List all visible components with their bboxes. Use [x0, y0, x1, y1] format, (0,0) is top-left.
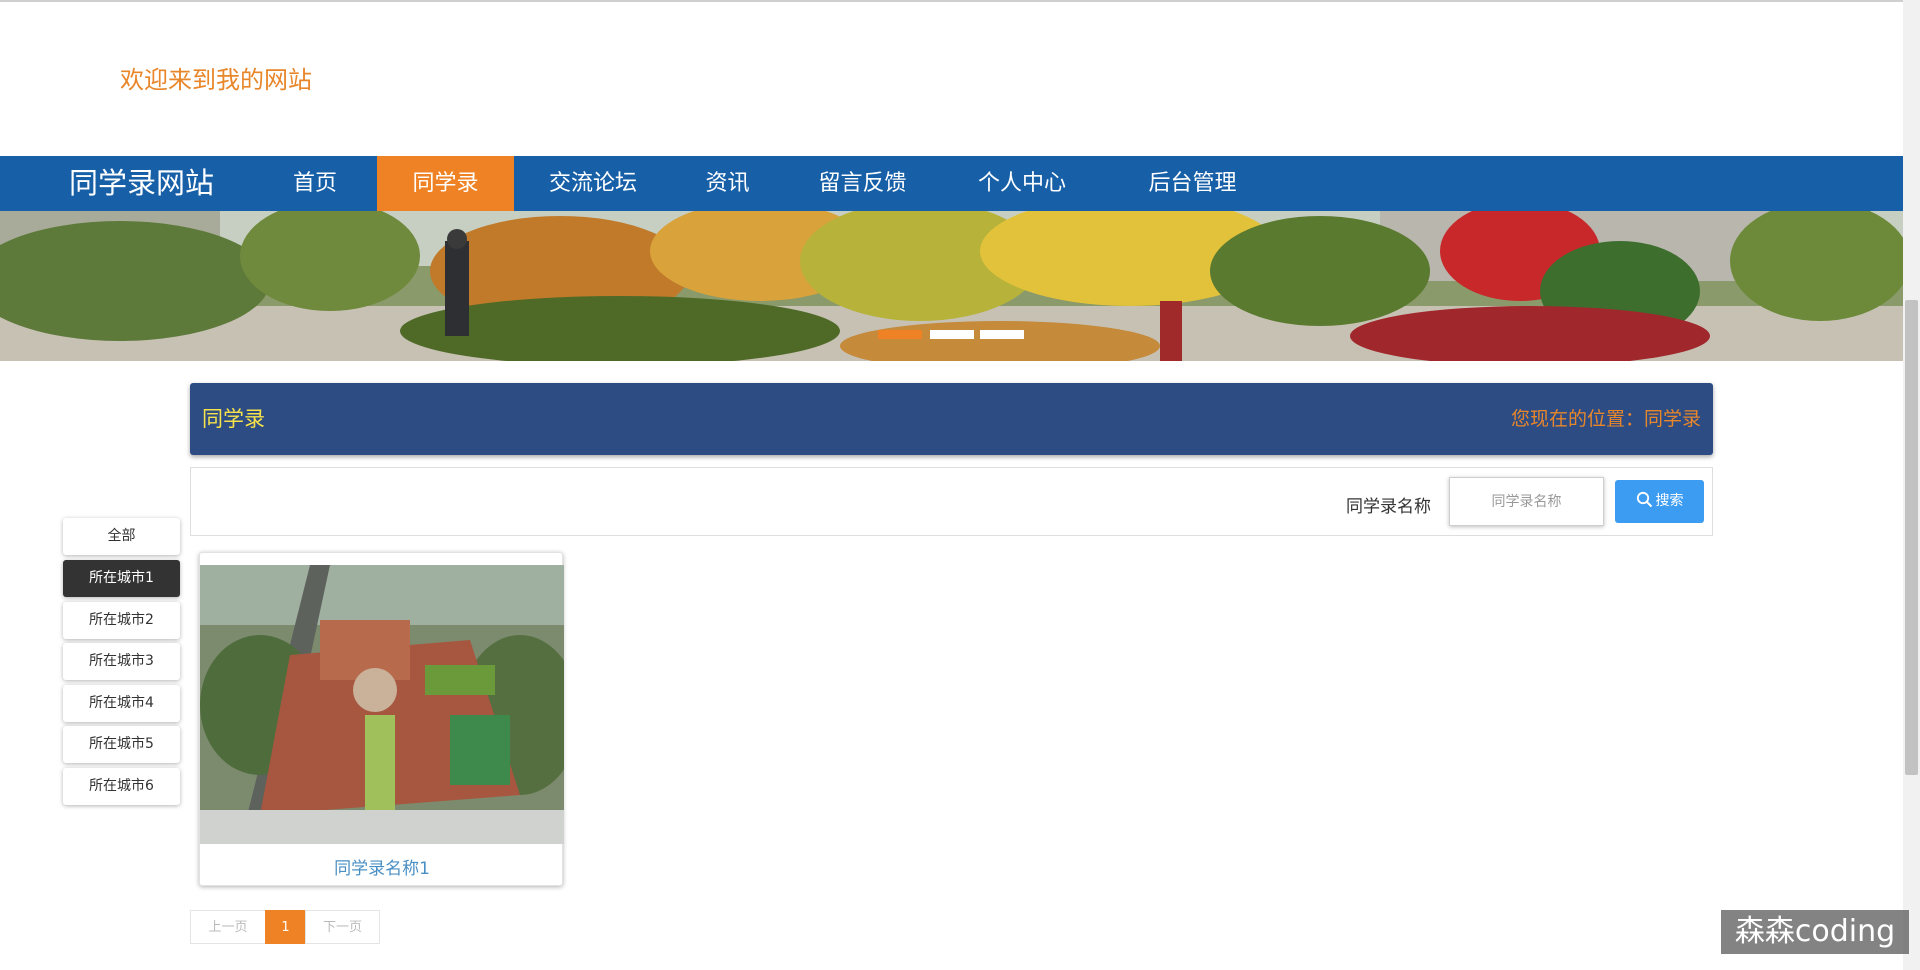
nav-item-news[interactable]: 资讯 [685, 156, 770, 211]
section-title: 同学录 [202, 407, 265, 431]
welcome-text: 欢迎来到我的网站 [120, 66, 312, 94]
nav-item-admin[interactable]: 后台管理 [1130, 156, 1255, 211]
search-label: 同学录名称 [1346, 497, 1431, 517]
nav-item-feedback[interactable]: 留言反馈 [805, 156, 920, 211]
classmate-card[interactable]: 同学录名称1 [199, 552, 564, 886]
search-button-label: 搜索 [1655, 493, 1684, 509]
top-divider [0, 0, 1903, 2]
breadcrumb: 您现在的位置：同学录 [1510, 408, 1701, 430]
search-icon [1636, 491, 1652, 508]
prev-page-button[interactable]: 上一页 [190, 910, 266, 944]
watermark: 森森coding [1721, 910, 1909, 954]
filter-city-4[interactable]: 所在城市4 [63, 685, 180, 722]
carousel-dot-3[interactable] [980, 330, 1024, 339]
nav-item-home[interactable]: 首页 [270, 156, 360, 211]
card-image [200, 565, 564, 844]
nav-item-profile[interactable]: 个人中心 [962, 156, 1082, 211]
filter-all[interactable]: 全部 [63, 518, 180, 555]
scrollbar-thumb[interactable] [1905, 300, 1918, 775]
nav-item-forum[interactable]: 交流论坛 [528, 156, 658, 211]
filter-city-2[interactable]: 所在城市2 [63, 602, 180, 639]
next-page-button[interactable]: 下一页 [305, 910, 380, 944]
filter-city-1[interactable]: 所在城市1 [63, 560, 180, 597]
page-number-current[interactable]: 1 [265, 910, 306, 944]
filter-city-3[interactable]: 所在城市3 [63, 643, 180, 680]
filter-city-5[interactable]: 所在城市5 [63, 726, 180, 763]
search-input[interactable] [1449, 477, 1604, 526]
site-brand[interactable]: 同学录网站 [69, 156, 214, 211]
search-bar: 同学录名称 搜索 [190, 467, 1713, 536]
filter-city-6[interactable]: 所在城市6 [63, 768, 180, 805]
card-title: 同学录名称1 [334, 859, 430, 879]
carousel-dot-1[interactable] [878, 330, 922, 339]
search-button[interactable]: 搜索 [1615, 480, 1704, 523]
page-scrollbar[interactable] [1903, 0, 1920, 970]
carousel-dot-2[interactable] [930, 330, 974, 339]
main-nav: 同学录网站 首页 同学录 交流论坛 资讯 留言反馈 个人中心 后台管理 [0, 156, 1903, 211]
nav-item-classmates[interactable]: 同学录 [377, 156, 514, 211]
section-header: 同学录 您现在的位置：同学录 [190, 383, 1713, 455]
page: 欢迎来到我的网站 同学录网站 首页 同学录 交流论坛 资讯 留言反馈 个人中心 … [0, 0, 1920, 970]
